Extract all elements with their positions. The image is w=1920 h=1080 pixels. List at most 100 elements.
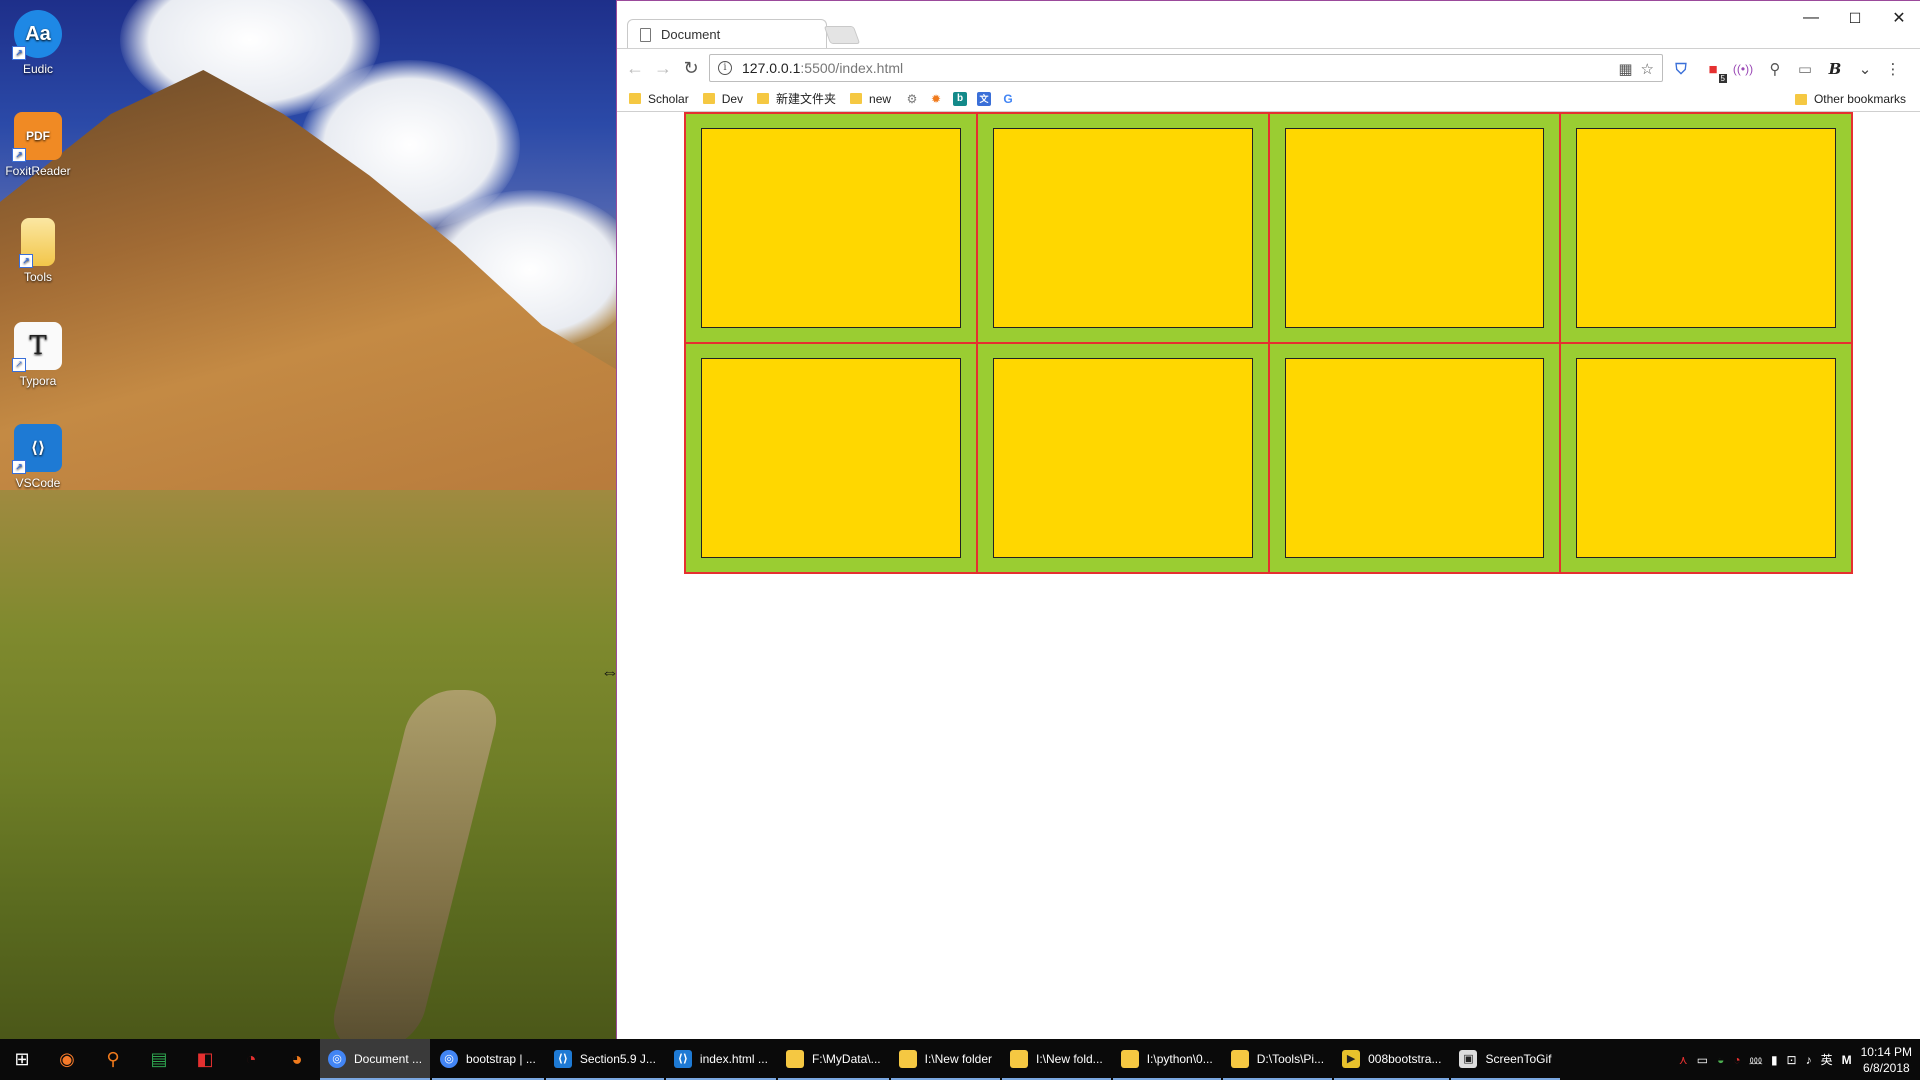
taskbar-item-indexhtml[interactable]: ⟨⟩ index.html ... [665,1039,776,1080]
tab-title: Document [661,27,721,42]
close-button[interactable]: ✕ [1882,5,1916,31]
taskbar-item-bootstrap[interactable]: ◎ bootstrap | ... [432,1039,544,1080]
qr-code-icon[interactable]: ▦ [1618,60,1632,78]
taskbar-item-folder-python[interactable]: I:\python\0... [1112,1039,1221,1080]
bookmark-folder-new-folder[interactable]: 新建文件夹 [757,90,836,107]
folder-icon [702,93,715,104]
back-button[interactable]: ← [623,56,647,80]
ime-mode[interactable]: M [1842,1053,1852,1067]
taskbar-item-label: index.html ... [699,1051,768,1066]
bookmark-label: new [869,91,892,106]
app-pinned-icon[interactable]: ◉ [44,1039,90,1080]
desktop-icon-tools[interactable]: ↗ Tools [4,218,72,284]
desktop-icon-label: VSCode [15,476,61,490]
google-bookmark-icon[interactable]: G [1001,92,1015,106]
foxit-pdf-icon: PDF ↗ [12,112,62,162]
badge-extension-icon[interactable]: ■ 5 [1703,59,1727,83]
spreadsheet-icon[interactable]: ▤ [136,1039,182,1080]
tray-volume-icon[interactable]: ♪ [1806,1053,1812,1067]
bookmark-folder-new[interactable]: new [850,92,891,106]
reload-button[interactable]: ↻ [679,56,703,80]
taskbar-item-folder-tools[interactable]: D:\Tools\Pi... [1222,1039,1333,1080]
tray-foxit-icon[interactable]: ◔ [1733,1053,1740,1067]
browser-window: Document — ☐ ✕ ← → ↻ i 127.0.0.1:5500/in… [616,0,1920,1041]
clock[interactable]: 10:14 PM 6/8/2018 [1861,1044,1912,1076]
extension-badge: 5 [1718,74,1727,83]
desktop-wallpaper: Aa ↗ Eudic PDF ↗ FoxitReader ↗ Tools T ↗… [0,0,616,1039]
windows-start-icon[interactable]: ⊞ [0,1039,44,1080]
bold-b-extension-icon[interactable]: B [1825,59,1845,79]
address-bar[interactable]: i 127.0.0.1:5500/index.html ▦ ☆ [709,54,1663,82]
shortcut-arrow-icon: ↗ [12,148,26,162]
bookmark-star-icon[interactable]: ☆ [1641,60,1654,78]
forward-button[interactable]: → [651,56,675,80]
page-icon [640,27,651,42]
system-tray: ⋏ ▭ ◒ ◔ ⅏ ▮ ⊡ ♪ 英 M 10:14 PM 6/8/2018 [1679,1039,1920,1080]
tray-screen-icon[interactable]: ▭ [1697,1053,1708,1067]
screentogif-icon: ▣ [1459,1049,1478,1068]
box-grid [684,112,1853,574]
chrome-icon: ◎ [328,1049,346,1068]
menu-icon[interactable]: ⋮ [1883,59,1903,79]
other-bookmarks[interactable]: Other bookmarks [1794,92,1906,106]
bookmarks-bar: Scholar Dev 新建文件夹 new ⚙ ✹ b 文 G Other bo… [617,86,1920,112]
grid-cell [1268,343,1561,573]
taskbar-item-section59[interactable]: ⟨⟩ Section5.9 J... [545,1039,664,1080]
desktop-icon-typora[interactable]: T ↗ Typora [4,322,72,388]
bookmark-folder-scholar[interactable]: Scholar [629,92,689,106]
grid-cell [1560,343,1852,573]
taskbar-item-label: Document ... [354,1051,423,1066]
taskbar-item-folder-new1[interactable]: I:\New folder [890,1039,1000,1080]
taskbar-item-player[interactable]: ▶ 008bootstra... [1334,1039,1450,1080]
yellow-box [701,128,961,328]
search-icon[interactable]: ⚲ [90,1039,136,1080]
gear-bookmark-icon[interactable]: ⚙ [905,92,919,106]
taskbar-item-document[interactable]: ◎ Document ... [320,1039,431,1080]
desktop-icon-eudic[interactable]: Aa ↗ Eudic [4,10,72,76]
broadcast-extension-icon[interactable]: ((•)) [1733,59,1753,79]
chevron-down-icon[interactable]: ⌄ [1855,59,1875,79]
bing-bookmark-icon[interactable]: b [953,91,968,106]
shortcut-arrow-icon: ↗ [12,46,26,60]
tray-app-icon[interactable]: ⋏ [1679,1053,1688,1067]
ime-language[interactable]: 英 [1821,1051,1833,1068]
grid-cell [1268,113,1561,343]
reader-extension-icon[interactable]: ▭ [1795,59,1815,79]
grid-cell [685,113,977,343]
page-viewport [617,112,1920,1041]
browser-titlebar[interactable]: Document — ☐ ✕ [617,1,1920,49]
shield-extension-icon[interactable]: ⛉ [1671,59,1691,79]
grid-cell [976,113,1269,343]
maximize-button[interactable]: ☐ [1838,5,1872,31]
firefox-icon[interactable]: ◕ [274,1039,320,1080]
taskbar-item-folder-mydata[interactable]: F:\MyData\... [777,1039,889,1080]
desktop-icon-vscode[interactable]: ⟨⟩ ↗ VSCode [4,424,72,490]
taskbar-item-label: 008bootstra... [1368,1051,1442,1066]
tray-battery-icon[interactable]: ▮ [1771,1053,1778,1067]
tray-sync-icon[interactable]: ◒ [1717,1053,1724,1067]
new-tab-button[interactable] [823,26,861,44]
tray-input-icon[interactable]: ⅏ [1750,1051,1762,1068]
taskbar-item-folder-new2[interactable]: I:\New fold... [1001,1039,1111,1080]
desktop-icon-foxitreader[interactable]: PDF ↗ FoxitReader [4,112,72,178]
desktop-icon-label: Typora [19,374,57,388]
sun-bookmark-icon[interactable]: ✹ [929,92,943,106]
yellow-box [1284,128,1545,328]
yellow-box [992,128,1253,328]
foxit-icon[interactable]: ◔ [228,1039,274,1080]
vscode-icon: ⟨⟩ ↗ [12,424,62,474]
translate-bookmark-icon[interactable]: 文 [977,91,992,106]
info-icon[interactable]: i [718,61,732,75]
satellite-extension-icon[interactable]: ⚲ [1765,59,1785,79]
wallpaper-meadow [0,490,616,1039]
minimize-button[interactable]: — [1794,5,1828,31]
pdf-app-icon[interactable]: ◧ [182,1039,228,1080]
shortcut-arrow-icon: ↗ [12,358,26,372]
taskbar-item-label: I:\python\0... [1146,1051,1213,1066]
bookmark-folder-dev[interactable]: Dev [702,92,743,106]
taskbar: ⊞ ◉ ⚲ ▤ ◧ ◔ ◕ ◎ Document ... ◎ bootstrap… [0,1039,1920,1080]
grid-cell [685,343,977,573]
tray-network-icon[interactable]: ⊡ [1787,1053,1797,1067]
tab-document[interactable]: Document [627,19,827,49]
taskbar-item-screentogif[interactable]: ▣ ScreenToGif [1451,1039,1560,1080]
